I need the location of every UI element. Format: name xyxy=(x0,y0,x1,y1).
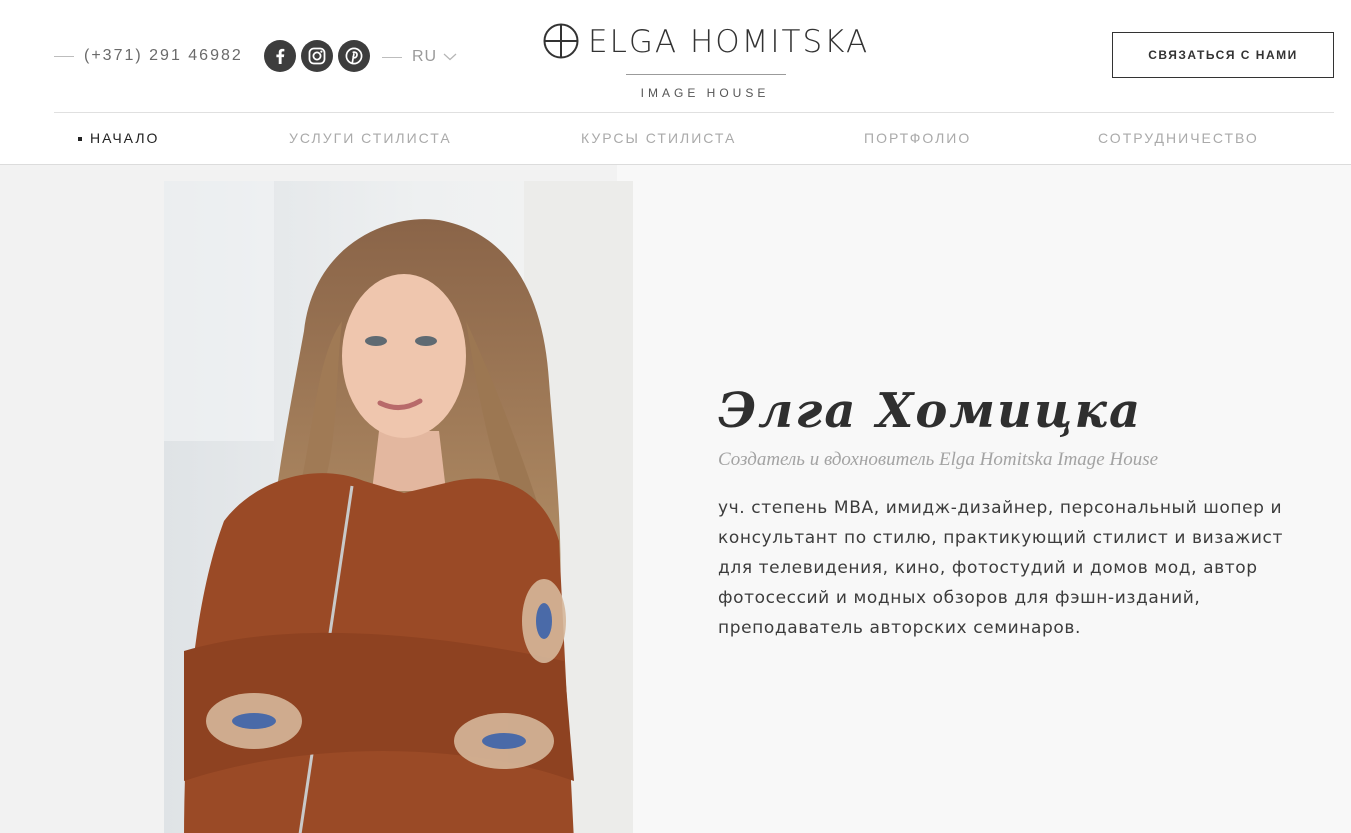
chevron-down-icon xyxy=(443,53,457,61)
active-bullet-icon xyxy=(78,137,82,141)
bio-block: Элга Хомицка Создатель и вдохновитель El… xyxy=(718,383,1318,643)
contact-us-button[interactable]: связаться с нами xyxy=(1112,32,1334,78)
nav-item-label: ПОРТФОЛИО xyxy=(864,130,972,146)
pinterest-icon[interactable] xyxy=(338,40,370,72)
nav-item-label: КУРСЫ СТИЛИСТА xyxy=(581,130,737,146)
nav-item-label: СОТРУДНИЧЕСТВО xyxy=(1098,130,1259,146)
logo-mark-icon xyxy=(543,23,579,59)
logo-name: ELGA HOMITSKA xyxy=(588,24,870,60)
nav-item-portfolio[interactable]: ПОРТФОЛИО xyxy=(864,130,971,146)
language-selector[interactable]: RU xyxy=(382,45,457,69)
nav-item-stylist-courses[interactable]: КУРСЫ СТИЛИСТА xyxy=(581,130,736,146)
main-nav: НАЧАЛО УСЛУГИ СТИЛИСТА КУРСЫ СТИЛИСТА ПО… xyxy=(0,118,1351,160)
nav-item-label: УСЛУГИ СТИЛИСТА xyxy=(289,130,452,146)
divider-dash xyxy=(382,56,402,58)
language-label: RU xyxy=(412,48,438,65)
person-role: Создатель и вдохновитель Elga Homitska I… xyxy=(718,449,1159,470)
nav-item-label: НАЧАЛО xyxy=(90,130,160,146)
divider-dash xyxy=(54,55,74,57)
social-links xyxy=(264,40,370,72)
nav-item-cooperation[interactable]: СОТРУДНИЧЕСТВО xyxy=(1098,130,1259,146)
nav-item-stylist-services[interactable]: УСЛУГИ СТИЛИСТА xyxy=(289,130,452,146)
header-divider xyxy=(54,112,1334,113)
nav-item-home[interactable]: НАЧАЛО xyxy=(78,130,160,146)
site-header: (+371) 291 46982 RU ELGA HOMITSKA IMAGE … xyxy=(0,0,1351,165)
person-description: уч. степень MBA, имидж-дизайнер, персона… xyxy=(718,498,1283,638)
instagram-icon[interactable] xyxy=(301,40,333,72)
logo-divider xyxy=(626,74,786,75)
phone-link[interactable]: (+371) 291 46982 xyxy=(84,47,243,65)
logo-subtitle: IMAGE HOUSE xyxy=(640,86,770,100)
portrait-photo xyxy=(164,181,633,833)
site-logo[interactable]: ELGA HOMITSKA IMAGE HOUSE xyxy=(540,20,880,105)
facebook-icon[interactable] xyxy=(264,40,296,72)
hero-section: Элга Хомицка Создатель и вдохновитель El… xyxy=(0,165,1351,833)
phone-block: (+371) 291 46982 xyxy=(54,44,243,68)
person-name: Элга Хомицка xyxy=(718,383,1143,439)
